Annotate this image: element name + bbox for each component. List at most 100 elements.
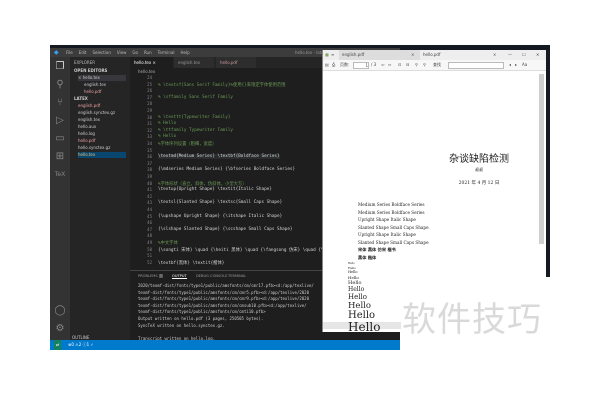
code-line[interactable]: {\mdseries Medium Series} {\bfseries Bol… xyxy=(158,167,295,172)
panel-tab-output[interactable]: OUTPUT xyxy=(172,274,187,279)
line-number: 24 xyxy=(147,75,152,80)
tab-label: hello.tex xyxy=(134,60,152,65)
maximize-button[interactable]: ☐ xyxy=(522,50,526,60)
pdf-tab-hello[interactable]: hello.pdf xyxy=(423,50,440,60)
file-item[interactable]: english.tex xyxy=(78,117,100,123)
print-icon[interactable]: ⎙ xyxy=(332,60,335,70)
file-item[interactable]: hello.log xyxy=(78,131,95,137)
fit-width-icon[interactable]: ⊟ xyxy=(406,60,409,70)
problems-badge: 5 xyxy=(158,274,164,278)
next-page-icon[interactable]: ⇨ xyxy=(388,60,391,70)
menu-bar: File Edit Selection View Go Run Terminal Help xyxy=(66,48,196,57)
activity-bar: ❐ ⚲ ⑂ ▷ ▭ ⊞ TeX ◯ ⚙ xyxy=(50,57,70,341)
code-line[interactable]: %字体序列设置（粗细，宽度） xyxy=(158,141,216,147)
line-number: 47 xyxy=(147,226,152,232)
menu-item-go[interactable]: Go xyxy=(132,50,138,55)
file-item[interactable]: hello.tex xyxy=(78,152,126,158)
info-count: 1 xyxy=(86,342,90,347)
code-line[interactable]: \textup{Upright Shape} \textit{Italic Sh… xyxy=(158,187,272,192)
run-debug-icon[interactable]: ▷ xyxy=(54,115,66,127)
line-number: 30 xyxy=(147,114,152,120)
line-number: 43 xyxy=(147,200,152,206)
file-item[interactable]: hello.synctex.gz xyxy=(78,145,110,151)
code-line[interactable]: % Hello xyxy=(158,134,176,139)
close-tab-icon[interactable]: × xyxy=(493,50,496,60)
code-line[interactable]: {\upshape Upright Shape} {\itshape Itali… xyxy=(158,214,282,219)
code-line[interactable]: % Hello xyxy=(158,121,176,126)
menu-item-edit[interactable]: Edit xyxy=(79,50,87,55)
open-icon[interactable]: ▤ xyxy=(325,60,329,70)
line-number: 51 xyxy=(147,253,152,259)
explorer-sidebar: EXPLORER OPEN EDITORS × hello.tex englis… xyxy=(70,57,130,341)
tex-icon[interactable]: TeX xyxy=(54,169,66,181)
code-line[interactable]: % \textsf{Sans Serif Family}%使用{}来限定字体使用… xyxy=(158,82,285,88)
code-line[interactable]: \textsl{Slanted Shape} \textsc{Small Cap… xyxy=(158,200,282,205)
open-editors-section[interactable]: OPEN EDITORS xyxy=(74,68,107,74)
pdf-toolbar: ▤ ⎙ 页数: 1 / 3 ⇦ ⇨ ⊡ ⊟ ⚲ ⚲ 查找 ◂ ▸ Aa xyxy=(323,60,546,71)
minimize-button[interactable]: — xyxy=(508,50,512,60)
file-item[interactable]: hello.pdf xyxy=(78,138,95,144)
panel-tab-problems[interactable]: PROBLEMS 5 xyxy=(138,274,164,278)
pdf-tab-english[interactable]: english.pdf xyxy=(339,50,420,60)
breadcrumb[interactable]: hello.tex xyxy=(138,69,155,74)
doc-line: Slanted Shape Small Caps Shape xyxy=(358,239,429,245)
search-input[interactable] xyxy=(448,62,504,69)
problems-status[interactable]: ⊗0 ⚠2 ⓘ1 ✓ xyxy=(68,340,94,350)
folder-latex[interactable]: LATEX xyxy=(74,96,88,102)
code-line[interactable]: % \sffamily Sans Serif Family xyxy=(158,95,233,100)
find-prev-icon[interactable]: ◂ xyxy=(509,60,511,70)
tab-hello-pdf[interactable]: hello.pdf xyxy=(216,57,256,68)
fit-page-icon[interactable]: ⊡ xyxy=(398,60,401,70)
line-number: 52 xyxy=(147,259,152,265)
code-line[interactable]: {\slshape Slanted Shape} {\scshape Small… xyxy=(158,227,293,232)
code-line[interactable]: % \texttt{Typewriter Family} xyxy=(158,115,230,120)
search-icon[interactable]: ⚲ xyxy=(54,79,66,91)
file-item[interactable]: english.synctex.gz xyxy=(78,110,115,116)
remote-icon[interactable]: ⇄ xyxy=(54,340,62,350)
menu-item-selection[interactable]: Selection xyxy=(92,50,110,55)
zoom-out-icon[interactable]: ⚲ xyxy=(423,60,426,70)
zoom-in-icon[interactable]: ⚲ xyxy=(415,60,418,70)
doc-hello: Hello xyxy=(348,320,381,335)
close-tab-icon[interactable]: × xyxy=(411,50,414,60)
open-editor-hello-pdf[interactable]: hello.pdf xyxy=(84,89,101,95)
doc-title: 杂谈缺陷检测 xyxy=(449,154,509,165)
match-case-icon[interactable]: Aa xyxy=(522,60,527,70)
menu-item-run[interactable]: Run xyxy=(144,50,152,55)
doc-line: 黑体 楷体 xyxy=(358,254,377,260)
code-line[interactable]: \textbf{黑体} \textit{楷体} xyxy=(158,260,224,266)
doc-author: 叔叔 xyxy=(475,167,483,172)
tab-hello-tex[interactable]: hello.tex × xyxy=(130,57,173,68)
explorer-icon[interactable]: ❐ xyxy=(54,61,66,73)
menu-icon[interactable]: ≡ xyxy=(331,50,334,60)
remote-explorer-icon[interactable]: ▭ xyxy=(54,133,66,145)
menu-item-help[interactable]: Help xyxy=(181,50,190,55)
tab-label: PROBLEMS xyxy=(138,274,158,278)
line-number: 48 xyxy=(147,233,152,239)
file-item[interactable]: english.pdf xyxy=(78,103,100,109)
file-item[interactable]: hello.aux xyxy=(78,124,96,130)
vertical-scrollbar[interactable] xyxy=(539,74,544,244)
source-control-icon[interactable]: ⑂ xyxy=(54,97,66,109)
output-line: 2020/texmf-dist/fonts/type1/public/amsfo… xyxy=(138,283,314,288)
open-editor-hello-tex[interactable]: × hello.tex xyxy=(78,75,126,81)
code-line[interactable]: % \ttfamily Typewriter Family xyxy=(158,128,233,133)
panel-tab-terminal[interactable]: TERMINAL xyxy=(228,274,246,278)
menu-item-terminal[interactable]: Terminal xyxy=(158,50,175,55)
pdf-viewer-window: ■ ≡ english.pdf × hello.pdf × — ☐ ✕ ▤ ⎙ … xyxy=(322,50,546,335)
find-next-icon[interactable]: ▸ xyxy=(515,60,517,70)
account-icon[interactable]: ◯ xyxy=(54,305,66,317)
code-line[interactable]: \textmd{Medium Series} \textbf{Boldface … xyxy=(158,154,280,160)
menu-item-file[interactable]: File xyxy=(66,50,73,55)
panel-tab-debug-console[interactable]: DEBUG CONSOLE xyxy=(196,274,227,278)
menu-item-view[interactable]: View xyxy=(117,50,127,55)
code-line[interactable]: %字体形状（直立，斜体，伪斜体，小型大写） xyxy=(158,181,247,187)
code-line[interactable]: %中文字体 xyxy=(158,240,178,246)
close-window-button[interactable]: ✕ xyxy=(536,50,539,60)
page-number-input[interactable]: 1 xyxy=(353,62,369,69)
prev-page-icon[interactable]: ⇦ xyxy=(381,60,384,70)
settings-gear-icon[interactable]: ⚙ xyxy=(54,323,66,335)
open-editor-english-tex[interactable]: english.tex xyxy=(84,82,106,88)
tab-english-tex[interactable]: english.tex xyxy=(174,57,214,68)
extensions-icon[interactable]: ⊞ xyxy=(54,151,66,163)
